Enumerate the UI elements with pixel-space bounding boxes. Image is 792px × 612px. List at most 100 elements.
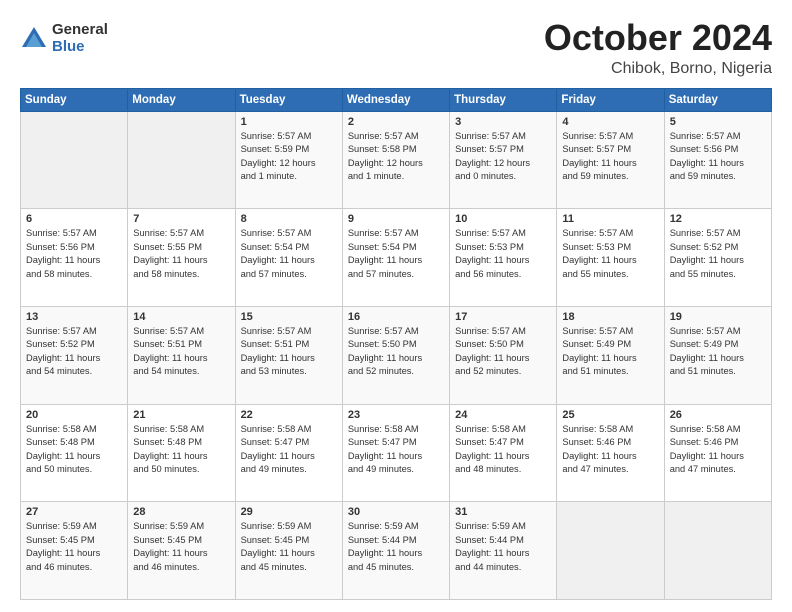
day-number: 10	[455, 213, 551, 225]
calendar-cell-w1-d4: 10 Sunrise: 5:57 AM Sunset: 5:53 PM Dayli…	[450, 209, 557, 307]
calendar-week-3: 20 Sunrise: 5:58 AM Sunset: 5:48 PM Dayli…	[21, 404, 772, 502]
day-info: Sunrise: 5:57 AM Sunset: 5:50 PM Dayligh…	[348, 325, 444, 379]
calendar-cell-w2-d5: 18 Sunrise: 5:57 AM Sunset: 5:49 PM Dayli…	[557, 306, 664, 404]
calendar-cell-w1-d0: 6 Sunrise: 5:57 AM Sunset: 5:56 PM Daylig…	[21, 209, 128, 307]
calendar-cell-w4-d6	[664, 502, 771, 600]
day-number: 4	[562, 116, 658, 128]
calendar-table: SundayMondayTuesdayWednesdayThursdayFrid…	[20, 88, 772, 600]
day-number: 6	[26, 213, 122, 225]
calendar-week-2: 13 Sunrise: 5:57 AM Sunset: 5:52 PM Dayli…	[21, 306, 772, 404]
calendar-cell-w4-d0: 27 Sunrise: 5:59 AM Sunset: 5:45 PM Dayli…	[21, 502, 128, 600]
day-number: 19	[670, 311, 766, 323]
calendar-cell-w2-d2: 15Sunrise: 5:57 AM Sunset: 5:51 PM Dayli…	[235, 306, 342, 404]
day-info: Sunrise: 5:58 AM Sunset: 5:48 PM Dayligh…	[26, 423, 122, 477]
calendar-cell-w2-d0: 13 Sunrise: 5:57 AM Sunset: 5:52 PM Dayli…	[21, 306, 128, 404]
day-info: Sunrise: 5:57 AM Sunset: 5:58 PM Dayligh…	[348, 130, 444, 184]
logo: General Blue	[20, 22, 108, 55]
calendar-cell-w1-d1: 7Sunrise: 5:57 AM Sunset: 5:55 PM Daylig…	[128, 209, 235, 307]
calendar-cell-w3-d5: 25 Sunrise: 5:58 AM Sunset: 5:46 PM Dayli…	[557, 404, 664, 502]
day-info: Sunrise: 5:57 AM Sunset: 5:50 PM Dayligh…	[455, 325, 551, 379]
calendar-cell-w4-d2: 29Sunrise: 5:59 AM Sunset: 5:45 PM Dayli…	[235, 502, 342, 600]
day-info: Sunrise: 5:57 AM Sunset: 5:53 PM Dayligh…	[455, 227, 551, 281]
calendar-cell-w0-d4: 3 Sunrise: 5:57 AM Sunset: 5:57 PM Daylig…	[450, 111, 557, 209]
calendar-header-wednesday: Wednesday	[342, 88, 449, 111]
calendar-cell-w3-d0: 20 Sunrise: 5:58 AM Sunset: 5:48 PM Dayli…	[21, 404, 128, 502]
calendar-cell-w1-d6: 12 Sunrise: 5:57 AM Sunset: 5:52 PM Dayli…	[664, 209, 771, 307]
day-info: Sunrise: 5:57 AM Sunset: 5:56 PM Dayligh…	[26, 227, 122, 281]
day-number: 25	[562, 409, 658, 421]
calendar-cell-w3-d3: 23 Sunrise: 5:58 AM Sunset: 5:47 PM Dayli…	[342, 404, 449, 502]
day-number: 23	[348, 409, 444, 421]
calendar-week-4: 27 Sunrise: 5:59 AM Sunset: 5:45 PM Dayli…	[21, 502, 772, 600]
calendar-cell-w2-d6: 19 Sunrise: 5:57 AM Sunset: 5:49 PM Dayli…	[664, 306, 771, 404]
day-number: 7	[133, 213, 229, 225]
calendar-week-0: 1 Sunrise: 5:57 AM Sunset: 5:59 PM Daylig…	[21, 111, 772, 209]
day-info: Sunrise: 5:58 AM Sunset: 5:48 PM Dayligh…	[133, 423, 229, 477]
day-info: Sunrise: 5:59 AM Sunset: 5:45 PM Dayligh…	[133, 520, 229, 574]
day-info: Sunrise: 5:57 AM Sunset: 5:54 PM Dayligh…	[348, 227, 444, 281]
day-number: 20	[26, 409, 122, 421]
day-info: Sunrise: 5:57 AM Sunset: 5:59 PM Dayligh…	[241, 130, 337, 184]
day-info: Sunrise: 5:57 AM Sunset: 5:52 PM Dayligh…	[670, 227, 766, 281]
day-number: 2	[348, 116, 444, 128]
calendar-cell-w3-d4: 24Sunrise: 5:58 AM Sunset: 5:47 PM Dayli…	[450, 404, 557, 502]
day-info: Sunrise: 5:57 AM Sunset: 5:52 PM Dayligh…	[26, 325, 122, 379]
logo-icon	[20, 25, 48, 53]
day-number: 1	[241, 116, 337, 128]
calendar-cell-w4-d3: 30 Sunrise: 5:59 AM Sunset: 5:44 PM Dayli…	[342, 502, 449, 600]
title-block: October 2024 Chibok, Borno, Nigeria	[544, 18, 772, 78]
calendar-cell-w1-d2: 8Sunrise: 5:57 AM Sunset: 5:54 PM Daylig…	[235, 209, 342, 307]
day-info: Sunrise: 5:57 AM Sunset: 5:49 PM Dayligh…	[670, 325, 766, 379]
day-info: Sunrise: 5:58 AM Sunset: 5:47 PM Dayligh…	[348, 423, 444, 477]
calendar-cell-w3-d6: 26Sunrise: 5:58 AM Sunset: 5:46 PM Dayli…	[664, 404, 771, 502]
calendar-cell-w3-d1: 21 Sunrise: 5:58 AM Sunset: 5:48 PM Dayli…	[128, 404, 235, 502]
day-info: Sunrise: 5:59 AM Sunset: 5:45 PM Dayligh…	[241, 520, 337, 574]
day-number: 31	[455, 506, 551, 518]
logo-general: General	[52, 22, 108, 39]
day-number: 17	[455, 311, 551, 323]
day-info: Sunrise: 5:57 AM Sunset: 5:49 PM Dayligh…	[562, 325, 658, 379]
calendar-cell-w2-d1: 14Sunrise: 5:57 AM Sunset: 5:51 PM Dayli…	[128, 306, 235, 404]
calendar-header-saturday: Saturday	[664, 88, 771, 111]
calendar-header-monday: Monday	[128, 88, 235, 111]
day-info: Sunrise: 5:57 AM Sunset: 5:54 PM Dayligh…	[241, 227, 337, 281]
day-info: Sunrise: 5:58 AM Sunset: 5:46 PM Dayligh…	[562, 423, 658, 477]
day-number: 13	[26, 311, 122, 323]
day-number: 5	[670, 116, 766, 128]
day-number: 3	[455, 116, 551, 128]
calendar-cell-w4-d5	[557, 502, 664, 600]
day-number: 21	[133, 409, 229, 421]
calendar-cell-w4-d4: 31Sunrise: 5:59 AM Sunset: 5:44 PM Dayli…	[450, 502, 557, 600]
title-location: Chibok, Borno, Nigeria	[544, 60, 772, 78]
calendar-cell-w4-d1: 28Sunrise: 5:59 AM Sunset: 5:45 PM Dayli…	[128, 502, 235, 600]
calendar-cell-w0-d5: 4Sunrise: 5:57 AM Sunset: 5:57 PM Daylig…	[557, 111, 664, 209]
day-number: 18	[562, 311, 658, 323]
day-info: Sunrise: 5:59 AM Sunset: 5:45 PM Dayligh…	[26, 520, 122, 574]
day-number: 9	[348, 213, 444, 225]
day-info: Sunrise: 5:57 AM Sunset: 5:56 PM Dayligh…	[670, 130, 766, 184]
calendar-cell-w0-d6: 5 Sunrise: 5:57 AM Sunset: 5:56 PM Daylig…	[664, 111, 771, 209]
calendar-cell-w3-d2: 22Sunrise: 5:58 AM Sunset: 5:47 PM Dayli…	[235, 404, 342, 502]
day-number: 30	[348, 506, 444, 518]
calendar-cell-w2-d3: 16Sunrise: 5:57 AM Sunset: 5:50 PM Dayli…	[342, 306, 449, 404]
day-number: 27	[26, 506, 122, 518]
logo-text: General Blue	[52, 22, 108, 55]
calendar-cell-w1-d3: 9 Sunrise: 5:57 AM Sunset: 5:54 PM Daylig…	[342, 209, 449, 307]
calendar-cell-w0-d1	[128, 111, 235, 209]
calendar-header-sunday: Sunday	[21, 88, 128, 111]
calendar-cell-w1-d5: 11Sunrise: 5:57 AM Sunset: 5:53 PM Dayli…	[557, 209, 664, 307]
calendar-week-1: 6 Sunrise: 5:57 AM Sunset: 5:56 PM Daylig…	[21, 209, 772, 307]
day-info: Sunrise: 5:57 AM Sunset: 5:57 PM Dayligh…	[455, 130, 551, 184]
day-number: 15	[241, 311, 337, 323]
calendar-header-thursday: Thursday	[450, 88, 557, 111]
day-info: Sunrise: 5:59 AM Sunset: 5:44 PM Dayligh…	[348, 520, 444, 574]
header: General Blue October 2024 Chibok, Borno,…	[20, 18, 772, 78]
calendar-header-row: SundayMondayTuesdayWednesdayThursdayFrid…	[21, 88, 772, 111]
calendar-header-friday: Friday	[557, 88, 664, 111]
calendar-cell-w0-d3: 2 Sunrise: 5:57 AM Sunset: 5:58 PM Daylig…	[342, 111, 449, 209]
day-number: 14	[133, 311, 229, 323]
calendar-cell-w2-d4: 17 Sunrise: 5:57 AM Sunset: 5:50 PM Dayli…	[450, 306, 557, 404]
title-month: October 2024	[544, 18, 772, 58]
calendar-cell-w0-d2: 1 Sunrise: 5:57 AM Sunset: 5:59 PM Daylig…	[235, 111, 342, 209]
day-number: 12	[670, 213, 766, 225]
